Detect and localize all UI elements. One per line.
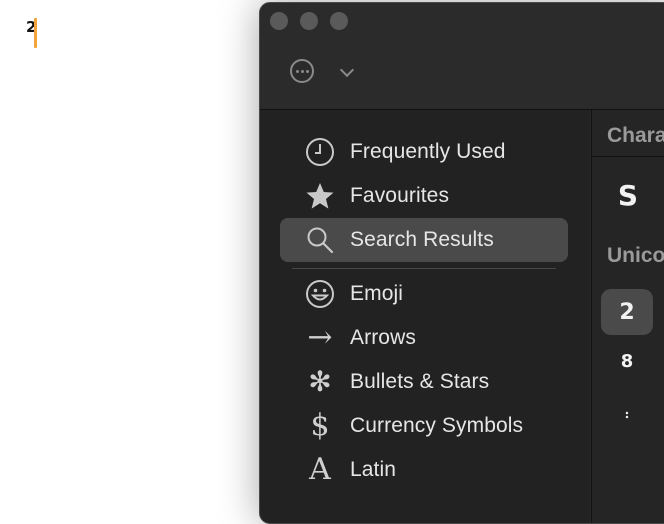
sidebar-divider bbox=[292, 268, 556, 269]
character-viewer-window: Frequently Used Favourites Search Result… bbox=[259, 2, 664, 524]
asterisk-icon: ✻ bbox=[308, 365, 332, 398]
sidebar-item-arrows[interactable]: → Arrows bbox=[280, 316, 568, 360]
sidebar-item-label: Emoji bbox=[350, 282, 404, 305]
sidebar-item-label: Currency Symbols bbox=[350, 414, 524, 437]
dollar-sign-icon: $ bbox=[310, 408, 330, 443]
sidebar-item-label: Favourites bbox=[350, 184, 450, 207]
star-icon bbox=[305, 181, 335, 211]
character-content-pane: Chara S Unico 2 8 ܄ bbox=[591, 110, 664, 523]
sidebar-item-label: Frequently Used bbox=[350, 140, 506, 163]
sidebar-item-label: Bullets & Stars bbox=[350, 370, 490, 393]
character-cell[interactable]: ܄ bbox=[601, 386, 653, 432]
sidebar-item-label: Arrows bbox=[350, 326, 416, 349]
character-cell-selected[interactable]: 2 bbox=[601, 289, 653, 335]
clock-icon bbox=[305, 137, 335, 167]
sidebar-item-label: Latin bbox=[350, 458, 397, 481]
sidebar-item-search-results[interactable]: Search Results bbox=[280, 218, 568, 262]
sidebar: Frequently Used Favourites Search Result… bbox=[260, 110, 590, 523]
minimize-window-button[interactable] bbox=[300, 12, 318, 30]
chevron-down-icon[interactable] bbox=[339, 62, 355, 78]
sidebar-item-emoji[interactable]: Emoji bbox=[280, 272, 568, 316]
sidebar-item-label: Search Results bbox=[350, 228, 494, 251]
letter-a-icon: A bbox=[309, 452, 331, 487]
zoom-window-button[interactable] bbox=[330, 12, 348, 30]
sidebar-item-frequently-used[interactable]: Frequently Used bbox=[280, 130, 568, 174]
titlebar bbox=[260, 3, 664, 110]
characters-header: Chara bbox=[592, 110, 664, 157]
right-arrow-icon: → bbox=[307, 320, 333, 355]
sidebar-item-latin[interactable]: A Latin bbox=[280, 448, 568, 492]
sidebar-item-bullets-stars[interactable]: ✻ Bullets & Stars bbox=[280, 360, 568, 404]
magnifying-glass-icon bbox=[305, 225, 335, 255]
smiley-face-icon bbox=[305, 279, 335, 309]
sidebar-item-favourites[interactable]: Favourites bbox=[280, 174, 568, 218]
character-cell[interactable]: S bbox=[602, 172, 654, 218]
characters-section-title: Chara bbox=[607, 124, 664, 147]
unicode-section-title: Unico bbox=[607, 244, 664, 267]
close-window-button[interactable] bbox=[270, 12, 288, 30]
sidebar-item-currency-symbols[interactable]: $ Currency Symbols bbox=[280, 404, 568, 448]
text-cursor bbox=[34, 18, 37, 48]
character-cell[interactable]: 8 bbox=[601, 338, 653, 384]
ellipsis-circle-icon[interactable] bbox=[290, 59, 314, 83]
